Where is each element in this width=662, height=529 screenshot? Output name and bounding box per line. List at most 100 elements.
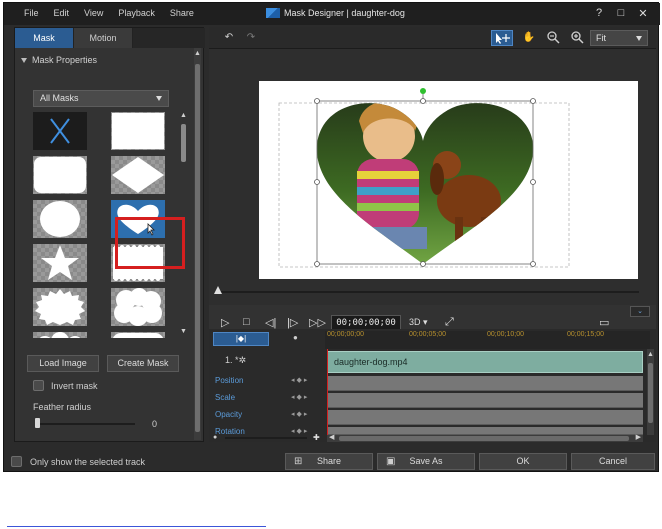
keyframe-mode-button[interactable]: |◆|	[213, 332, 269, 346]
feather-radius-slider[interactable]	[37, 423, 135, 425]
timeline-scroll-thumb[interactable]	[339, 436, 629, 441]
property-lane[interactable]	[327, 376, 643, 391]
circle-mask-icon	[40, 201, 80, 237]
keyframe-nav-icon[interactable]: ◂◆▸	[291, 376, 309, 384]
scroll-left-icon[interactable]: ◀	[329, 433, 334, 441]
menu-view[interactable]: View	[84, 8, 103, 18]
mask-grid-scrollbar[interactable]: ▲ ▼	[180, 112, 187, 338]
save-as-button[interactable]: ▣ Save As	[377, 453, 475, 470]
zoom-out-icon[interactable]	[545, 30, 561, 46]
zoom-min-icon[interactable]: ●	[213, 434, 217, 441]
close-button[interactable]: ✕	[638, 7, 648, 20]
invert-mask-checkbox[interactable]	[33, 380, 44, 391]
snapshot-icon[interactable]: ▭	[599, 316, 609, 329]
mask-cloud[interactable]	[111, 288, 165, 326]
resize-handle[interactable]	[314, 98, 320, 104]
tab-motion[interactable]: Motion	[74, 28, 133, 48]
fast-forward-icon[interactable]: ▷▷	[309, 316, 326, 329]
mask-circle[interactable]	[33, 200, 87, 238]
resize-handle[interactable]	[530, 179, 536, 185]
timeline-playhead[interactable]	[327, 349, 328, 442]
timeline-vscroll-thumb[interactable]	[648, 363, 653, 423]
timeline-zoom-slider[interactable]: ● ✚	[209, 433, 323, 442]
ok-button[interactable]: OK	[479, 453, 567, 470]
property-lane[interactable]	[327, 427, 643, 435]
menu-playback[interactable]: Playback	[118, 8, 155, 18]
preview-scrub-track[interactable]	[219, 291, 639, 293]
scroll-up-icon[interactable]: ▲	[180, 112, 187, 120]
load-image-button[interactable]: Load Image	[27, 355, 99, 372]
previous-frame-icon[interactable]: ◁|	[265, 316, 276, 329]
pan-hand-icon[interactable]: ✋	[521, 30, 537, 46]
maximize-button[interactable]: □	[616, 7, 626, 20]
keyframe-nav-icon[interactable]: ◂◆▸	[291, 393, 309, 401]
property-row-opacity[interactable]: Opacity ◂◆▸	[209, 410, 323, 425]
mask-star[interactable]	[33, 244, 87, 282]
zoom-max-icon[interactable]: ✚	[313, 433, 320, 442]
resize-handle[interactable]	[530, 98, 536, 104]
mask-grid-scroll-thumb[interactable]	[181, 124, 186, 162]
mask-none[interactable]	[33, 112, 87, 150]
create-mask-button[interactable]: Create Mask	[107, 355, 179, 372]
panel-scroll-thumb[interactable]	[195, 64, 200, 432]
scroll-right-icon[interactable]: ▶	[636, 433, 641, 441]
3d-mode-button[interactable]: 3D ▾	[409, 317, 428, 328]
property-row-position[interactable]: Position ◂◆▸	[209, 376, 323, 391]
zoom-in-icon[interactable]	[569, 30, 585, 46]
menu-edit[interactable]: Edit	[54, 8, 70, 18]
move-cursor-icon	[496, 33, 510, 44]
keyframe-nav-icon[interactable]: ◂◆▸	[291, 410, 309, 418]
track-header[interactable]: 1. *✲	[209, 355, 323, 366]
property-lane[interactable]	[327, 410, 643, 425]
timeline-ruler[interactable]: 00;00;00;00 00;00;05;00 00;00;10;00 00;0…	[325, 331, 650, 349]
timeline-scroll-up-icon[interactable]: ▲	[647, 351, 654, 359]
tab-mask[interactable]: Mask	[15, 28, 74, 48]
preview-scrub-knob[interactable]	[214, 286, 222, 294]
panel-scroll-up-icon[interactable]: ▲	[194, 50, 201, 58]
redo-button[interactable]: ↷	[243, 30, 259, 46]
mask-rounded-wide[interactable]	[111, 332, 165, 338]
next-frame-icon[interactable]: |▷	[287, 316, 298, 329]
mask-properties-header[interactable]: Mask Properties	[15, 52, 197, 68]
zoom-fit-dropdown[interactable]: Fit	[590, 30, 648, 46]
preview-canvas[interactable]	[259, 81, 638, 279]
only-selected-track-checkbox[interactable]	[11, 456, 22, 467]
mask-filter-dropdown[interactable]: All Masks	[33, 90, 169, 107]
mask-burst[interactable]	[33, 288, 87, 326]
rotate-handle[interactable]	[420, 88, 426, 94]
mask-properties-title: Mask Properties	[32, 55, 98, 65]
menu-share[interactable]: Share	[170, 8, 194, 18]
burst-mask-icon	[35, 289, 85, 325]
timeline-vscrollbar[interactable]: ▲	[647, 349, 654, 435]
move-tool-button[interactable]	[491, 30, 513, 46]
property-lane[interactable]	[327, 393, 643, 408]
property-row-scale[interactable]: Scale ◂◆▸	[209, 393, 323, 408]
zoom-track[interactable]	[225, 437, 307, 439]
undo-button[interactable]: ↶	[221, 30, 237, 46]
mask-rounded-rectangle[interactable]	[33, 156, 87, 194]
scroll-down-icon[interactable]: ▼	[180, 328, 187, 336]
expand-panel-icon[interactable]: ⌄	[630, 306, 650, 317]
keyframe-nav-icon[interactable]: ◂◆▸	[291, 427, 309, 435]
resize-handle[interactable]	[314, 179, 320, 185]
play-icon[interactable]: ▷	[221, 316, 229, 329]
resize-handle[interactable]	[420, 98, 426, 104]
stop-icon[interactable]: □	[243, 316, 250, 328]
mask-cloud-small[interactable]	[33, 332, 87, 338]
mask-diamond[interactable]	[111, 156, 165, 194]
timeline-hscrollbar[interactable]: ◀ ▶	[327, 433, 643, 442]
share-button[interactable]: ⊞ Share	[285, 453, 373, 470]
add-keyframe-icon[interactable]: ●	[293, 333, 298, 342]
help-button[interactable]: ?	[594, 7, 604, 20]
share-icon: ⊞	[294, 456, 303, 467]
resize-handle[interactable]	[420, 261, 426, 267]
menu-file[interactable]: File	[24, 8, 39, 18]
mask-rectangle[interactable]	[111, 112, 165, 150]
panel-scrollbar[interactable]: ▲	[194, 48, 201, 440]
resize-handle[interactable]	[314, 261, 320, 267]
fullscreen-icon[interactable]: ⤢	[445, 316, 454, 329]
resize-handle[interactable]	[530, 261, 536, 267]
video-clip[interactable]: daughter-dog.mp4	[327, 351, 643, 373]
feather-radius-slider-knob[interactable]	[35, 418, 40, 428]
cancel-button[interactable]: Cancel	[571, 453, 655, 470]
